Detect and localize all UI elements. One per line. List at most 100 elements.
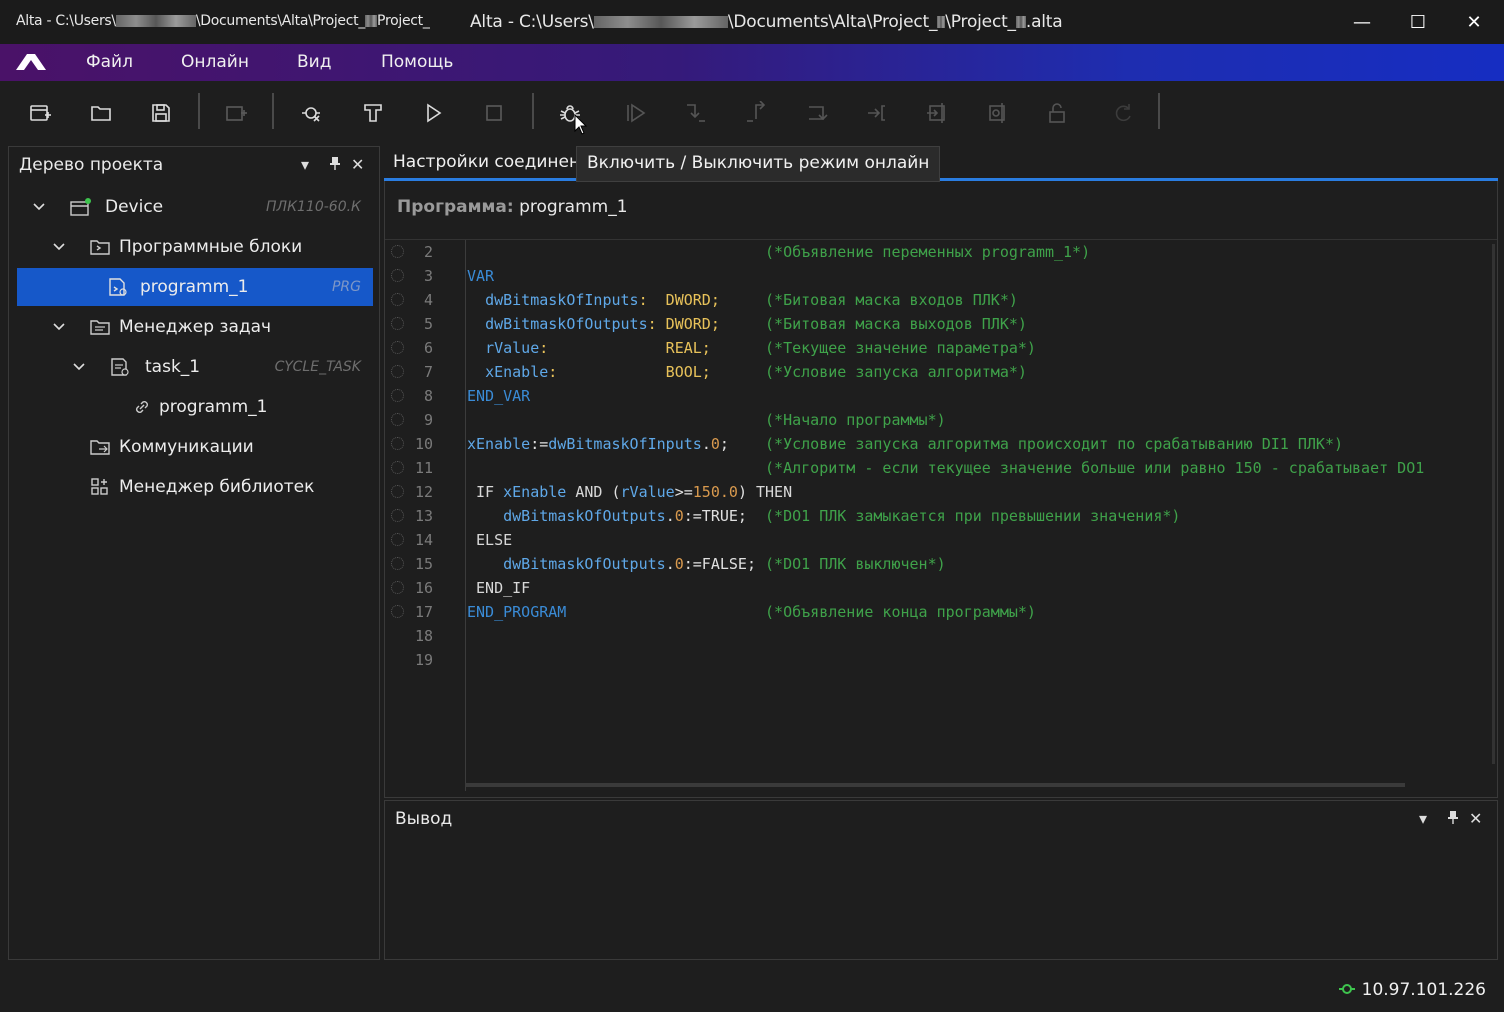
code-line[interactable]: 15 dwBitmaskOfOutputs.0:=FALSE; (*DO1 ПЛ… <box>385 552 1497 576</box>
panel-close-icon[interactable]: ✕ <box>1469 809 1482 828</box>
tree-item-label: Менеджер библиотек <box>119 477 315 497</box>
panel-close-icon[interactable]: ✕ <box>351 155 364 174</box>
code-line[interactable]: 12 IF xEnable AND (rValue>=150.0) THEN <box>385 480 1497 504</box>
pin-icon[interactable] <box>1447 809 1459 828</box>
code-line[interactable]: 6 rValue: REAL; (*Текущее значение парам… <box>385 336 1497 360</box>
code-line[interactable]: 4 dwBitmaskOfInputs: DWORD; (*Битовая ма… <box>385 288 1497 312</box>
tree-item-programm-1[interactable]: programm_1 PRG <box>17 268 373 306</box>
maximize-button[interactable]: ☐ <box>1390 0 1446 44</box>
code-line[interactable]: 13 dwBitmaskOfOutputs.0:=TRUE; (*DO1 ПЛК… <box>385 504 1497 528</box>
breakpoint-marker[interactable] <box>391 293 404 306</box>
breakpoint-marker[interactable] <box>391 485 404 498</box>
menu-help[interactable]: Помощь <box>381 52 453 72</box>
line-number: 4 <box>423 291 433 309</box>
reset-icon[interactable] <box>1108 98 1138 128</box>
code-line[interactable]: 9 (*Начало программы*) <box>385 408 1497 432</box>
code-line[interactable]: 10 xEnable:=dwBitmaskOfInputs.0; (*Услови… <box>385 432 1497 456</box>
breakpoint-marker[interactable] <box>391 413 404 426</box>
menu-online[interactable]: Онлайн <box>181 52 249 72</box>
new-project-icon[interactable] <box>25 98 55 128</box>
menu-view[interactable]: Вид <box>297 52 331 72</box>
code-line[interactable]: 5 dwBitmaskOfOutputs: DWORD; (*Битовая м… <box>385 312 1497 336</box>
tree-item-communications[interactable]: Коммуникации <box>17 428 373 466</box>
code-line[interactable]: 17 END_PROGRAM (*Объявление конца програм… <box>385 600 1497 624</box>
code-area[interactable]: 2 (*Объявление переменных programm_1*) 3… <box>385 239 1497 791</box>
open-folder-icon[interactable] <box>86 98 116 128</box>
breakpoint-marker[interactable] <box>391 581 404 594</box>
code-line[interactable]: 11 (*Алгоритм - если текущее значение бо… <box>385 456 1497 480</box>
code-line[interactable]: 7 xEnable: BOOL; (*Условие запуска алгор… <box>385 360 1497 384</box>
line-number: 15 <box>414 555 433 573</box>
step-over-icon[interactable] <box>680 98 710 128</box>
breakpoint-marker[interactable] <box>391 605 404 618</box>
chevron-down-icon[interactable] <box>71 358 87 374</box>
device-icon <box>70 198 91 216</box>
mouse-cursor-icon <box>574 114 588 135</box>
tree-item-label: programm_1 <box>140 277 249 297</box>
breakpoint-marker[interactable] <box>391 557 404 570</box>
program-blocks-icon <box>90 240 110 255</box>
breakpoint-marker[interactable] <box>391 245 404 258</box>
tree-item-label: task_1 <box>145 357 201 377</box>
code-line[interactable]: 8 END_VAR <box>385 384 1497 408</box>
step-run-icon[interactable] <box>620 98 650 128</box>
unlock-icon[interactable] <box>1042 98 1072 128</box>
vertical-scrollbar[interactable] <box>1492 244 1495 764</box>
tree-item-device[interactable]: Device ПЛК110-60.К <box>17 188 373 226</box>
step-into-icon[interactable] <box>741 98 771 128</box>
panel-menu-icon[interactable]: ▾ <box>1419 809 1427 828</box>
tree-item-label: Менеджер задач <box>119 317 272 337</box>
stop-icon[interactable] <box>479 98 509 128</box>
task-icon <box>111 358 129 376</box>
pin-icon[interactable] <box>329 155 341 174</box>
horizontal-scrollbar[interactable] <box>465 783 1405 787</box>
tree-item-programm-1-link[interactable]: programm_1 <box>17 388 373 426</box>
line-number: 10 <box>414 435 433 453</box>
breakpoint-marker[interactable] <box>391 269 404 282</box>
code-line[interactable]: 2 (*Объявление переменных programm_1*) <box>385 240 1497 264</box>
minimize-button[interactable]: — <box>1334 0 1390 44</box>
code-line[interactable]: 18 <box>385 624 1497 648</box>
close-button[interactable]: ✕ <box>1446 0 1502 44</box>
step-out-icon[interactable] <box>802 98 832 128</box>
compile-icon[interactable] <box>296 98 326 128</box>
breakpoint-marker[interactable] <box>391 365 404 378</box>
window-title-ghost: Alta - C:\Users\ \Documents\Alta\Project_… <box>16 13 430 29</box>
breakpoint-marker[interactable] <box>391 341 404 354</box>
panel-menu-icon[interactable]: ▾ <box>301 155 309 174</box>
upload-icon[interactable] <box>922 98 952 128</box>
download-icon[interactable] <box>982 98 1012 128</box>
connection-status[interactable]: 10.97.101.226 <box>1338 980 1486 1000</box>
code-line[interactable]: 19 <box>385 648 1497 672</box>
line-number: 13 <box>414 507 433 525</box>
breakpoint-marker[interactable] <box>391 317 404 330</box>
tree-item-task-1[interactable]: task_1 CYCLE_TASK <box>17 348 373 386</box>
output-title: Вывод <box>395 809 453 829</box>
run-icon[interactable] <box>418 98 448 128</box>
tree-item-label: Device <box>105 197 164 217</box>
build-icon[interactable] <box>358 98 388 128</box>
code-line[interactable]: 16 END_IF <box>385 576 1497 600</box>
tree-item-program-blocks[interactable]: Программные блоки <box>17 228 373 266</box>
line-number: 7 <box>423 363 433 381</box>
chevron-down-icon[interactable] <box>31 198 47 214</box>
line-number: 5 <box>423 315 433 333</box>
save-icon[interactable] <box>146 98 176 128</box>
breakpoint-marker[interactable] <box>391 389 404 402</box>
code-line[interactable]: 14 ELSE <box>385 528 1497 552</box>
menu-file[interactable]: Файл <box>86 52 133 72</box>
editor-area: Настройки соединения Включить / Выключит… <box>384 146 1498 798</box>
project-tree-panel: Дерево проекта ▾ ✕ Device ПЛК110-60.К Пр… <box>8 146 380 960</box>
code-line[interactable]: 3 VAR <box>385 264 1497 288</box>
breakpoint-marker[interactable] <box>391 533 404 546</box>
chevron-down-icon[interactable] <box>51 318 67 334</box>
add-device-icon[interactable] <box>221 98 251 128</box>
tree-item-task-manager[interactable]: Менеджер задач <box>17 308 373 346</box>
tree-item-library-manager[interactable]: Менеджер библиотек <box>17 468 373 506</box>
breakpoint-marker[interactable] <box>391 437 404 450</box>
chevron-down-icon[interactable] <box>51 238 67 254</box>
run-to-cursor-icon[interactable] <box>862 98 892 128</box>
breakpoint-marker[interactable] <box>391 461 404 474</box>
breakpoint-marker[interactable] <box>391 509 404 522</box>
menu-bar: Файл Онлайн Вид Помощь <box>0 44 1504 81</box>
